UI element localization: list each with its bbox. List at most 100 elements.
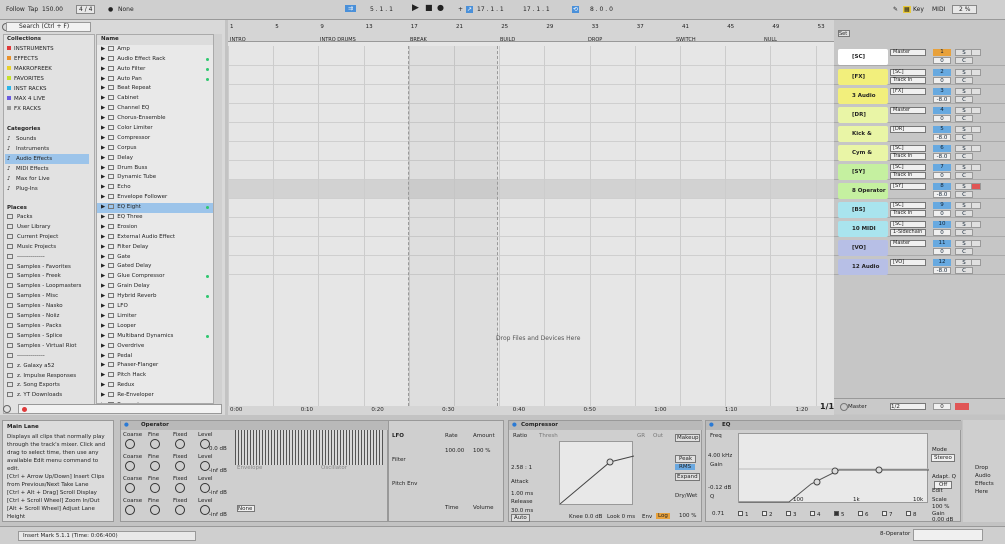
track-name[interactable]: Cym & Percs	[838, 145, 888, 172]
locator[interactable]: SWITCH	[676, 37, 696, 43]
browser-item[interactable]: ▶ Color Limiter	[97, 124, 213, 134]
loop-mode-menu[interactable]: None	[237, 505, 255, 512]
locator[interactable]: BREAK	[410, 37, 427, 43]
knob-icon[interactable]	[125, 439, 135, 449]
arm-button[interactable]	[971, 145, 981, 152]
track-activator-button[interactable]: 8	[933, 183, 951, 190]
play-icon[interactable]: ▶	[412, 3, 419, 13]
track-header[interactable]: [FX] [SC] Track In 2 0 S C	[834, 66, 1005, 85]
auto-button[interactable]: Auto	[511, 514, 530, 522]
track-activator-button[interactable]: 6	[933, 145, 951, 152]
place-item[interactable]: z. Galaxy a52	[7, 362, 81, 372]
track-name[interactable]: [DR]	[838, 107, 888, 123]
drop-audio-effects-area[interactable]: Drop Audio Effects Here	[963, 420, 1005, 522]
eq-band-toggle[interactable]: 6	[858, 511, 869, 518]
overview-map[interactable]	[913, 529, 983, 541]
expand-arrow-icon[interactable]: ▶	[101, 214, 105, 220]
eq-band-toggle[interactable]: 7	[882, 511, 893, 518]
song-position-field[interactable]: 5 . 1 . 1	[370, 6, 393, 13]
track-volume[interactable]: 0	[933, 229, 951, 236]
track-activator-button[interactable]: 2	[933, 69, 951, 76]
track-input-menu[interactable]: [SC]	[890, 202, 926, 209]
rms-button[interactable]: RMS	[675, 464, 696, 470]
crossfade-button[interactable]: C	[955, 267, 973, 274]
tap-button[interactable]: Tap	[28, 6, 38, 13]
expand-arrow-icon[interactable]: ▶	[101, 392, 105, 398]
browser-item[interactable]: ▶ Delay	[97, 154, 213, 164]
expand-arrow-icon[interactable]: ▶	[101, 313, 105, 319]
expand-arrow-icon[interactable]: ▶	[101, 174, 105, 180]
expand-arrow-icon[interactable]: ▶	[101, 85, 105, 91]
loop-start-field[interactable]: 17 . 1 . 1	[477, 6, 504, 13]
ratio-value[interactable]: 2.58 : 1	[511, 465, 532, 471]
overdub-icon[interactable]: +	[458, 6, 463, 13]
expand-arrow-icon[interactable]: ▶	[101, 353, 105, 359]
browser-item[interactable]: ▶ Phaser-Flanger	[97, 361, 213, 371]
track-input-channel-menu[interactable]: Track In	[890, 153, 926, 160]
arm-button[interactable]	[971, 126, 981, 133]
place-item[interactable]: --------------	[7, 352, 81, 362]
track-activator-button[interactable]: 5	[933, 126, 951, 133]
master-track[interactable]: 1/1 Master 1/2 0	[820, 398, 1005, 414]
crossfade-button[interactable]: C	[955, 172, 973, 179]
knob-icon[interactable]	[125, 505, 135, 515]
track-input-menu[interactable]: [SC]	[890, 145, 926, 152]
track-name[interactable]: [BS]	[838, 202, 888, 218]
expand-arrow-icon[interactable]: ▶	[101, 204, 105, 210]
knob-icon[interactable]	[150, 461, 160, 471]
browser-item[interactable]: ▶ Auto Filter	[97, 65, 213, 75]
operator-level-value[interactable]: -inf dB	[209, 512, 227, 518]
place-item[interactable]: z. YT Downloads	[7, 391, 81, 401]
collection-item[interactable]: EFFECTS	[7, 54, 54, 64]
arm-button[interactable]	[971, 164, 981, 171]
track-volume[interactable]: 0	[933, 77, 951, 84]
set-button[interactable]: Set	[838, 30, 850, 37]
loop-length-field[interactable]: 8 . 0 . 0	[590, 6, 613, 13]
track-name[interactable]: 3 Audio	[838, 88, 888, 104]
draw-mode-icon[interactable]: ✎	[893, 6, 898, 13]
expand-arrow-icon[interactable]: ▶	[101, 372, 105, 378]
track-header[interactable]: 3 Audio [FX] 3 -8.0 S C	[834, 85, 1005, 104]
locator[interactable]: INTRO DRUMS	[320, 37, 356, 43]
operator-level-value[interactable]: -inf dB	[209, 468, 227, 474]
track-activator-button[interactable]: 9	[933, 202, 951, 209]
expand-arrow-icon[interactable]: ▶	[101, 105, 105, 111]
locator[interactable]: DROP	[588, 37, 602, 43]
browser-item[interactable]: ▶ Pedal	[97, 352, 213, 362]
track-name[interactable]: 12 Audio	[838, 259, 888, 275]
knob-icon[interactable]	[175, 505, 185, 515]
expand-arrow-icon[interactable]: ▶	[101, 125, 105, 131]
operator-level-value[interactable]: -inf dB	[209, 490, 227, 496]
key-map-icon[interactable]: ▦	[903, 6, 911, 13]
track-input-menu[interactable]: [SY]	[890, 183, 926, 190]
place-item[interactable]: Packs	[7, 213, 81, 223]
master-output[interactable]: 1/2	[890, 403, 926, 410]
track-activator-button[interactable]: 4	[933, 107, 951, 114]
knob-icon[interactable]	[125, 483, 135, 493]
makeup-button[interactable]: Makeup	[675, 434, 701, 442]
browser-item[interactable]: ▶ Filter Delay	[97, 243, 213, 253]
knob-icon[interactable]	[150, 439, 160, 449]
midi-map-button[interactable]: MIDI	[932, 6, 945, 13]
eq-band-toggle[interactable]: 2	[762, 511, 773, 518]
knob-icon[interactable]	[150, 505, 160, 515]
scale-value[interactable]: 100 %	[932, 504, 949, 510]
arm-button[interactable]	[971, 183, 981, 190]
browser-item[interactable]: ▶ Cabinet	[97, 94, 213, 104]
quantize-menu[interactable]: None	[118, 6, 134, 13]
place-item[interactable]: z. Song Exports	[7, 381, 81, 391]
operator-header[interactable]: ● Operator	[121, 421, 389, 430]
crossfade-button[interactable]: C	[955, 229, 973, 236]
track-volume[interactable]: -8.0	[933, 134, 951, 141]
locator[interactable]: NULL	[764, 37, 777, 43]
track-input-menu[interactable]: Master	[890, 49, 926, 56]
crossfade-button[interactable]: C	[955, 134, 973, 141]
lookahead-value[interactable]: Look 0 ms	[607, 514, 635, 520]
browser-item[interactable]: ▶ Hybrid Reverb	[97, 292, 213, 302]
expand-arrow-icon[interactable]: ▶	[101, 76, 105, 82]
follow-arrow-icon[interactable]: ⇉	[345, 5, 357, 12]
track-activator-button[interactable]: 12	[933, 259, 951, 266]
expand-arrow-icon[interactable]: ▶	[101, 362, 105, 368]
name-column-header[interactable]: Name	[97, 35, 213, 45]
track-header[interactable]: [SY] [SC] Track In 7 0 S C	[834, 161, 1005, 180]
